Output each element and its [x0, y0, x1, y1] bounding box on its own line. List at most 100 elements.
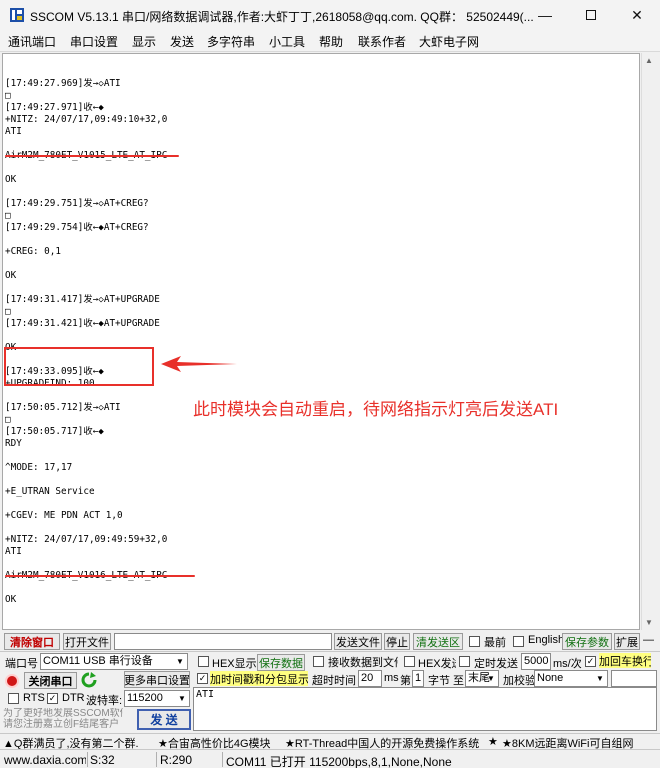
- port-value: COM11 USB 串行设备: [43, 655, 153, 667]
- hex-send-checkbox[interactable]: [404, 656, 415, 667]
- refresh-icon[interactable]: [81, 672, 97, 688]
- menu-item-serial-settings[interactable]: 串口设置: [70, 33, 118, 50]
- menu-item-help[interactable]: 帮助: [319, 33, 343, 50]
- close-button[interactable]: ✕: [614, 0, 660, 30]
- save-data-button[interactable]: 保存数据: [257, 654, 305, 671]
- status-received: R:290: [160, 753, 193, 767]
- topmost-label: 最前: [484, 637, 506, 649]
- promo-text: 为了更好地发展SSCOM软件 请您注册嘉立创F结尾客户: [3, 708, 123, 730]
- receive-scrollbar[interactable]: ▲ ▼: [641, 53, 658, 630]
- close-icon: ✕: [631, 6, 643, 23]
- baud-label: 波特率:: [86, 695, 123, 707]
- stop-button[interactable]: 停止: [384, 633, 410, 650]
- topmost-checkbox[interactable]: [469, 636, 480, 647]
- receive-log: [17:49:27.969]发→◇ATI □ [17:49:27.971]收←◆…: [5, 78, 168, 605]
- status-bar: www.daxia.com S:32 R:290 COM11 已打开 11520…: [0, 749, 660, 768]
- status-divider: [222, 752, 223, 767]
- status-port: COM11 已打开 115200bps,8,1,None,None: [226, 755, 452, 768]
- maximize-icon: [586, 10, 596, 20]
- menu-item-multi-string[interactable]: 多字符串: [207, 33, 255, 50]
- status-sent: S:32: [90, 753, 115, 767]
- baud-select[interactable]: 115200 ▼: [124, 690, 190, 707]
- byte-start-input[interactable]: 1: [412, 670, 424, 687]
- status-divider: [87, 752, 88, 767]
- more-settings-button[interactable]: 更多串口设置: [124, 671, 190, 688]
- menu-item-contact[interactable]: 联系作者: [358, 33, 406, 50]
- rts-label: RTS: [23, 692, 45, 704]
- timeout-label: 超时时间: [312, 675, 356, 687]
- chevron-down-icon: ▼: [178, 694, 186, 703]
- collapse-label[interactable]: —: [643, 634, 654, 646]
- hex-send-label: HEX发送: [418, 658, 456, 670]
- interval-input[interactable]: 5000: [521, 653, 551, 670]
- receive-area[interactable]: [17:49:27.969]发→◇ATI □ [17:49:27.971]收←◆…: [2, 53, 640, 630]
- timed-send-checkbox[interactable]: [459, 656, 470, 667]
- title-bar: SSCOM V5.13.1 串口/网络数据调试器,作者:大虾丁丁,2618058…: [0, 0, 660, 30]
- status-website[interactable]: www.daxia.com: [4, 753, 86, 767]
- send-file-button[interactable]: 发送文件: [334, 633, 382, 650]
- port-label: 端口号: [5, 658, 38, 670]
- scroll-down-icon[interactable]: ▼: [645, 618, 653, 627]
- menu-item-port[interactable]: 通讯端口: [8, 33, 56, 50]
- clear-send-button[interactable]: 清发送区: [413, 633, 463, 650]
- timeout-input[interactable]: 20: [358, 670, 382, 687]
- expand-button[interactable]: 扩展: [614, 633, 640, 650]
- add-crlf-checkbox[interactable]: ✓: [585, 656, 596, 667]
- arrow-icon: [161, 356, 237, 372]
- hex-display-checkbox[interactable]: [198, 656, 209, 667]
- byte-prefix: 第: [400, 675, 411, 687]
- menu-bar: 通讯端口 串口设置 显示 发送 多字符串 小工具 帮助 联系作者 大虾电子网: [0, 30, 660, 52]
- byte-label: 字节 至: [428, 675, 465, 687]
- annotation-text: 此时模块会自动重启，待网络指示灯亮后发送ATI: [193, 400, 559, 419]
- chevron-down-icon: ▼: [596, 674, 604, 683]
- highlight-box: [4, 347, 154, 386]
- menu-item-display[interactable]: 显示: [132, 33, 156, 50]
- dtr-checkbox[interactable]: ✓: [47, 693, 58, 704]
- baud-value: 115200: [127, 692, 163, 704]
- app-icon: [10, 8, 24, 22]
- file-path-input[interactable]: [114, 633, 332, 650]
- ticker-item-star: ★: [488, 736, 498, 748]
- chevron-down-icon: ▼: [487, 674, 495, 683]
- clear-window-button[interactable]: 清除窗口: [4, 633, 60, 650]
- port-select[interactable]: COM11 USB 串行设备 ▼: [40, 653, 188, 670]
- menu-item-send[interactable]: 发送: [170, 33, 194, 50]
- english-label: English: [528, 634, 565, 646]
- byte-end-select[interactable]: 末尾 ▼: [465, 670, 499, 687]
- ticker-bar: ▲Q群满员了,没有第二个群. ★合宙高性价比4G模块 ★RT-Thread中国人…: [0, 733, 660, 750]
- version-underline-2: [5, 575, 195, 577]
- send-button[interactable]: 发 送: [137, 709, 191, 730]
- timeout-unit: ms: [384, 672, 399, 684]
- recv-to-file-checkbox[interactable]: [313, 656, 324, 667]
- close-port-button[interactable]: 关闭串口: [24, 672, 77, 689]
- separator: [0, 651, 660, 652]
- timestamp-checkbox[interactable]: ✓: [197, 673, 208, 684]
- checksum-result-input[interactable]: [611, 670, 657, 687]
- minimize-icon: —: [538, 7, 552, 23]
- maximize-button[interactable]: [568, 0, 614, 30]
- window-title: SSCOM V5.13.1 串口/网络数据调试器,作者:大虾丁丁,2618058…: [30, 10, 534, 24]
- send-textarea[interactable]: ATI: [193, 687, 657, 731]
- save-params-button[interactable]: 保存参数: [562, 633, 612, 650]
- menu-item-tools[interactable]: 小工具: [269, 33, 305, 50]
- checksum-label: 加校验: [503, 675, 536, 687]
- scroll-up-icon[interactable]: ▲: [645, 56, 653, 65]
- port-status-led-icon: [5, 674, 19, 688]
- hex-display-label: HEX显示: [212, 658, 257, 670]
- dtr-label: DTR: [62, 692, 85, 704]
- menu-item-website[interactable]: 大虾电子网: [419, 33, 479, 50]
- timestamp-label: 加时间戳和分包显示: [210, 671, 308, 686]
- checksum-select[interactable]: None ▼: [534, 670, 608, 687]
- checksum-value: None: [537, 672, 564, 684]
- open-file-button[interactable]: 打开文件: [63, 633, 111, 650]
- chevron-down-icon: ▼: [176, 657, 184, 666]
- interval-unit: ms/次: [553, 658, 582, 670]
- minimize-button[interactable]: —: [522, 0, 568, 30]
- version-underline-1: [5, 155, 179, 157]
- rts-checkbox[interactable]: [8, 693, 19, 704]
- add-crlf-label: 加回车换行: [599, 653, 651, 668]
- english-checkbox[interactable]: [513, 636, 524, 647]
- recv-to-file-label: 接收数据到文件: [328, 657, 398, 669]
- timed-send-label: 定时发送: [474, 658, 518, 670]
- status-divider: [156, 752, 157, 767]
